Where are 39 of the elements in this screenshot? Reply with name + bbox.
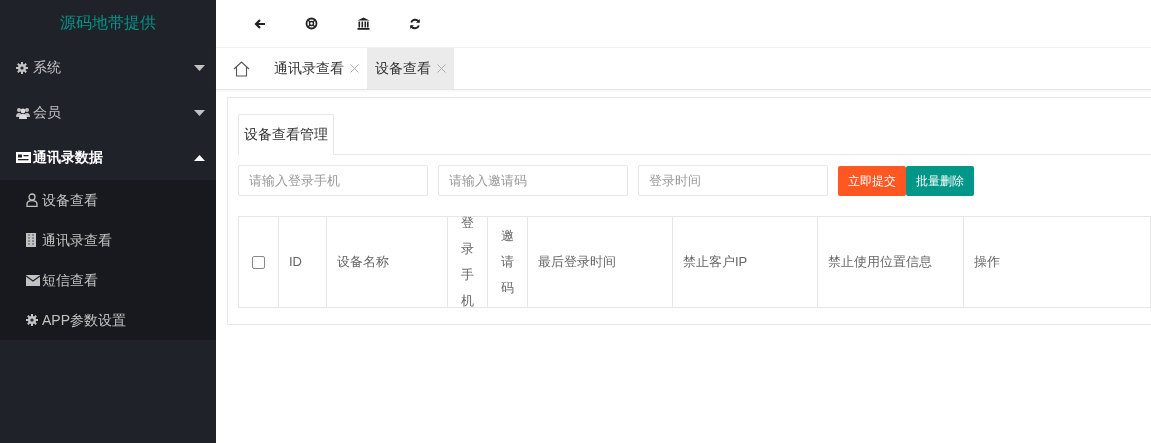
logo-text: 源码地带提供 <box>59 12 157 33</box>
caret-icon <box>194 109 205 116</box>
column-header: 最后登录时间 <box>538 253 616 271</box>
column-header: 登录手机 <box>461 214 474 310</box>
caret-icon <box>194 64 205 71</box>
gear-icon <box>26 314 38 326</box>
envelope-icon <box>26 274 40 286</box>
sidebar-item[interactable]: 通讯录数据 <box>0 135 216 180</box>
gear-icon <box>16 61 28 74</box>
caret-icon <box>194 154 205 161</box>
tab[interactable]: 通讯录查看 <box>266 48 367 89</box>
column-header: ID <box>289 253 302 271</box>
tab[interactable]: 设备查看 <box>367 48 454 89</box>
column-header: 禁止使用位置信息 <box>828 253 932 271</box>
users-icon <box>16 106 30 119</box>
input-field[interactable]: 登录时间 <box>638 165 828 196</box>
input-field[interactable]: 请输入邀请码 <box>438 165 628 196</box>
submenu-item[interactable]: 短信查看 <box>0 260 216 300</box>
panel-tab[interactable]: 设备查看管理 <box>238 114 334 155</box>
sidebar-item[interactable]: 会员 <box>0 90 216 135</box>
input-field[interactable]: 请输入登录手机 <box>238 165 428 196</box>
sidebar-item[interactable]: 系统 <box>0 45 216 90</box>
column-header: 设备名称 <box>337 253 389 271</box>
column-header: 邀请码 <box>501 227 514 297</box>
button[interactable]: 批量删除 <box>906 165 974 196</box>
refresh-icon[interactable] <box>409 17 421 30</box>
submenu-item[interactable]: APP参数设置 <box>0 300 216 340</box>
column-header: 操作 <box>974 253 1000 271</box>
home-icon[interactable] <box>232 60 250 77</box>
back-arrow-icon[interactable] <box>254 17 266 30</box>
user-icon <box>26 193 38 207</box>
lifebuoy-icon[interactable] <box>305 17 318 30</box>
checkbox[interactable] <box>252 255 265 269</box>
building-icon <box>26 233 36 247</box>
submenu-item[interactable]: 通讯录查看 <box>0 220 216 260</box>
id-card-icon <box>16 152 31 163</box>
column-header: 禁止客户IP <box>683 253 748 271</box>
submenu-item[interactable]: 设备查看 <box>0 180 216 220</box>
bank-icon[interactable] <box>357 17 370 30</box>
